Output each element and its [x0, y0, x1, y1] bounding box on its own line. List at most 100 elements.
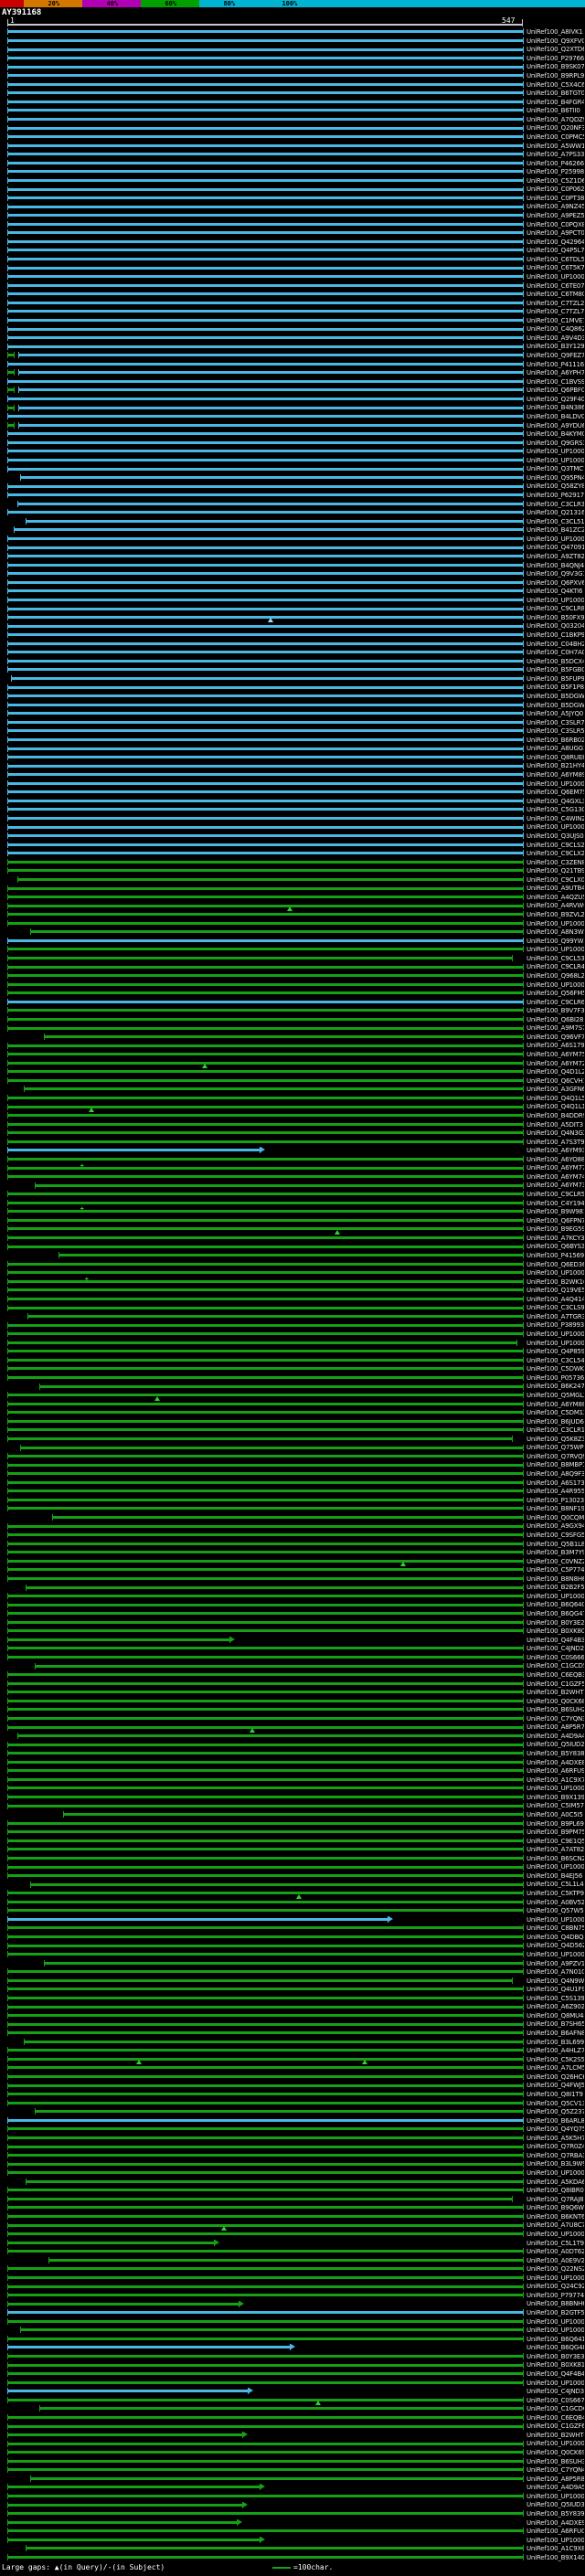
- hit-label[interactable]: UniRef100_C4Y194: [526, 1200, 584, 1207]
- hit-label[interactable]: UniRef100_B5DCX4: [526, 658, 584, 665]
- hit-label[interactable]: UniRef100_C5K2S5: [526, 2056, 584, 2063]
- hit-row[interactable]: UniRef100_P79774: [0, 2291, 585, 2300]
- hit-row[interactable]: UniRef100_Q9FEZ7: [0, 351, 585, 360]
- hit-label[interactable]: UniRef100_B0Y3E2: [526, 1619, 584, 1627]
- hit-label[interactable]: UniRef100_Q58ZY8: [526, 482, 584, 490]
- hit-row[interactable]: UniRef100_C3SLR5: [0, 726, 585, 736]
- hit-row[interactable]: UniRef100_C4Y194: [0, 1198, 585, 1207]
- hit-row[interactable]: UniRef100_B3L699: [0, 2037, 585, 2046]
- hit-row[interactable]: UniRef100_B2B2F5: [0, 1583, 585, 1592]
- hit-row[interactable]: UniRef100_C6EQB4: [0, 2413, 585, 2422]
- hit-label[interactable]: UniRef100_P38993: [526, 1321, 584, 1329]
- hit-label[interactable]: UniRef100_C4JND3: [526, 2388, 584, 2395]
- hit-row[interactable]: UniRef100_Q4Q1L5: [0, 1094, 585, 1103]
- hit-label[interactable]: UniRef100_C6EQB4: [526, 2414, 584, 2422]
- hit-row[interactable]: UniRef100_B6AFN8: [0, 2029, 585, 2038]
- hit-row[interactable]: UniRef100_A5DIT3: [0, 1119, 585, 1129]
- hit-row[interactable]: UniRef100_C5DM12: [0, 1408, 585, 1417]
- hit-label[interactable]: UniRef100_Q7RAJ8: [526, 2196, 584, 2203]
- hit-label[interactable]: UniRef100_Q9V3G1: [526, 570, 584, 578]
- hit-row[interactable]: UniRef100_B6JUD6: [0, 1416, 585, 1426]
- hit-label[interactable]: UniRef100_UP1000...: [526, 2231, 584, 2238]
- hit-label[interactable]: UniRef100_UP1000...: [526, 981, 584, 989]
- hit-row[interactable]: UniRef100_A4DXE9: [0, 2518, 585, 2527]
- hit-row[interactable]: UniRef100_A7QDZ9: [0, 115, 585, 124]
- hit-label[interactable]: UniRef100_C04BH2: [526, 641, 584, 648]
- hit-row[interactable]: UniRef100_C3CL54: [0, 1356, 585, 1365]
- hit-label[interactable]: UniRef100_Q03204: [526, 622, 584, 630]
- hit-row[interactable]: UniRef100_C5G130: [0, 805, 585, 814]
- hit-label[interactable]: UniRef100_C1GZF5: [526, 1680, 584, 1688]
- hit-row[interactable]: UniRef100_A9YDU6: [0, 420, 585, 429]
- hit-row[interactable]: UniRef100_C3SLR7: [0, 717, 585, 726]
- hit-row[interactable]: UniRef100_C4JND2: [0, 1644, 585, 1653]
- hit-label[interactable]: UniRef100_B9ZVL2: [526, 911, 584, 918]
- hit-row[interactable]: UniRef100_A6YO88: [0, 1155, 585, 1164]
- hit-label[interactable]: UniRef100_Q3TMC7: [526, 465, 584, 472]
- hit-label[interactable]: UniRef100_C4WIN2: [526, 815, 584, 822]
- hit-row[interactable]: UniRef100_A9PCT0: [0, 228, 585, 238]
- hit-label[interactable]: UniRef100_B7SH65: [526, 2020, 584, 2028]
- hit-row[interactable]: UniRef100_A7AT82: [0, 1845, 585, 1854]
- hit-label[interactable]: UniRef100_C5P774: [526, 1566, 584, 1574]
- hit-label[interactable]: UniRef100_UP1000...: [526, 597, 584, 604]
- hit-row[interactable]: UniRef100_A5JYQ0: [0, 709, 585, 718]
- hit-row[interactable]: UniRef100_A6YPH7: [0, 368, 585, 377]
- hit-label[interactable]: UniRef100_UP1000...: [526, 1863, 584, 1871]
- hit-row[interactable]: UniRef100_UP1000...: [0, 2274, 585, 2283]
- hit-row[interactable]: UniRef100_Q56FM5: [0, 989, 585, 998]
- hit-row[interactable]: UniRef100_Q6ED36: [0, 1259, 585, 1268]
- hit-label[interactable]: UniRef100_B8NF19: [526, 1505, 584, 1512]
- hit-row[interactable]: UniRef100_B6SUH2: [0, 1705, 585, 1714]
- hit-row[interactable]: UniRef100_P29766: [0, 54, 585, 63]
- hit-label[interactable]: UniRef100_A4R955: [526, 1488, 584, 1495]
- hit-row[interactable]: UniRef100_B50FX9: [0, 613, 585, 622]
- hit-row[interactable]: UniRef100_UP1000...: [0, 822, 585, 832]
- hit-row[interactable]: UniRef100_A7LCM5: [0, 2063, 585, 2072]
- hit-label[interactable]: UniRef100_A0C5I5: [526, 1811, 584, 1818]
- hit-row[interactable]: UniRef100_C6TM80: [0, 290, 585, 299]
- hit-label[interactable]: UniRef100_B9X140: [526, 2554, 584, 2561]
- hit-row[interactable]: UniRef100_Q29F40: [0, 395, 585, 404]
- hit-row[interactable]: UniRef100_A5WW13: [0, 141, 585, 150]
- hit-label[interactable]: UniRef100_Q5IUD2: [526, 1741, 584, 1748]
- hit-label[interactable]: UniRef100_C5G130: [526, 806, 584, 813]
- hit-row[interactable]: UniRef100_Q7RBA3: [0, 2151, 585, 2160]
- hit-label[interactable]: UniRef100_A5KDA6: [526, 2178, 584, 2186]
- hit-label[interactable]: UniRef100_B4N386: [526, 404, 584, 411]
- hit-label[interactable]: UniRef100_Q22NS2: [526, 2265, 584, 2273]
- hit-label[interactable]: UniRef100_A5JYQ0: [526, 710, 584, 717]
- hit-label[interactable]: UniRef100_B9X139: [526, 1794, 584, 1801]
- hit-row[interactable]: UniRef100_Q4D1L2: [0, 1067, 585, 1076]
- hit-row[interactable]: UniRef100_B6KNT6: [0, 2212, 585, 2221]
- hit-row[interactable]: UniRef100_Q99YW1: [0, 937, 585, 946]
- hit-label[interactable]: UniRef100_Q4FWJ5: [526, 2082, 584, 2089]
- hit-label[interactable]: UniRef100_B2B2F5: [526, 1584, 584, 1591]
- hit-label[interactable]: UniRef100_A7S3T9: [526, 1139, 584, 1146]
- hit-label[interactable]: UniRef100_Q8MU48: [526, 2012, 584, 2019]
- hit-label[interactable]: UniRef100_B9RPL9: [526, 72, 584, 80]
- hit-label[interactable]: UniRef100_B41ZC2: [526, 526, 584, 534]
- hit-label[interactable]: UniRef100_B5FGB0: [526, 666, 584, 673]
- hit-row[interactable]: UniRef100_C5Z1D6: [0, 176, 585, 186]
- hit-label[interactable]: UniRef100_A0DT62: [526, 2248, 584, 2255]
- hit-row[interactable]: UniRef100_P46266: [0, 158, 585, 167]
- hit-row[interactable]: UniRef100_C6TE07: [0, 281, 585, 290]
- hit-row[interactable]: UniRef100_P62917: [0, 491, 585, 500]
- hit-row[interactable]: UniRef100_Q7RAJ8: [0, 2195, 585, 2204]
- hit-label[interactable]: UniRef100_C9CLR5: [526, 1191, 584, 1198]
- hit-row[interactable]: UniRef100_Q19VE5: [0, 1286, 585, 1295]
- hit-row[interactable]: UniRef100_UP1000...: [0, 447, 585, 456]
- hit-row[interactable]: UniRef100_Q4N3G2: [0, 1129, 585, 1138]
- hit-label[interactable]: UniRef100_P41569: [526, 1252, 584, 1259]
- hit-label[interactable]: UniRef100_Q6BYS3: [526, 1243, 584, 1250]
- hit-row[interactable]: UniRef100_UP1000...: [0, 2168, 585, 2178]
- hit-row[interactable]: UniRef100_P38993: [0, 1320, 585, 1330]
- hit-label[interactable]: UniRef100_C3CLR1: [526, 1426, 584, 1434]
- hit-row[interactable]: UniRef100_B9PL69: [0, 1818, 585, 1828]
- hit-row[interactable]: UniRef100_C0P062: [0, 185, 585, 194]
- hit-label[interactable]: UniRef100_B2WK16: [526, 1278, 584, 1286]
- hit-row[interactable]: UniRef100_A6S179: [0, 1041, 585, 1050]
- hit-row[interactable]: UniRef100_Q4N9W8: [0, 1976, 585, 1985]
- hit-row[interactable]: UniRef100_UP1000...: [0, 1592, 585, 1601]
